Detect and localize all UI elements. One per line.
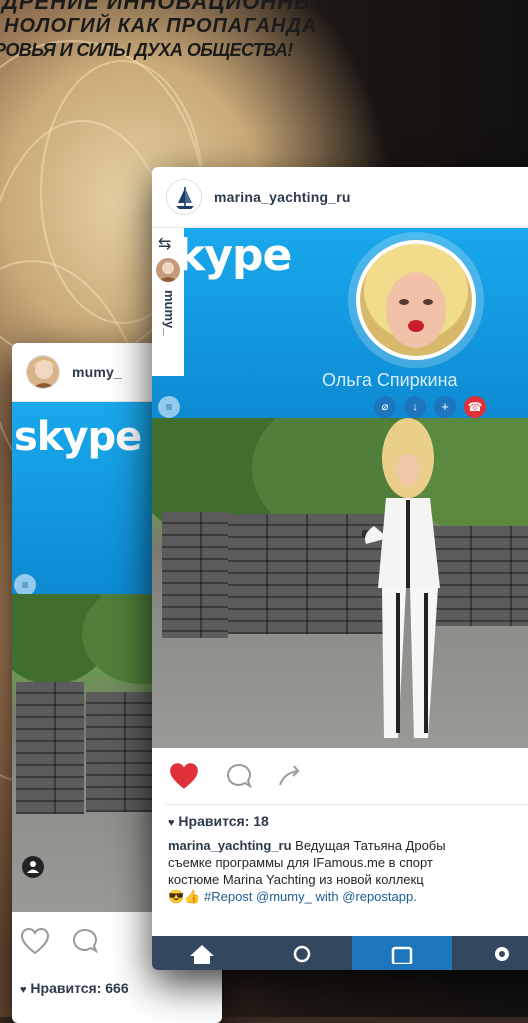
caption-line-3: костюме Marina Yachting из новой коллекц (168, 872, 424, 887)
post-photo (152, 418, 528, 748)
bottom-nav (152, 936, 528, 970)
post-card-marina-yachting: marina_yachting_ru kype ⇆ mumy_ Ольга Сп… (152, 167, 528, 970)
caller-portrait (348, 232, 484, 368)
post-username[interactable]: mumy_ (72, 364, 122, 380)
call-controls: ⌀ ↓ + ☎ (374, 396, 486, 418)
mic-icon[interactable]: ↓ (404, 396, 426, 418)
skype-logo: kype (176, 230, 292, 281)
comment-icon[interactable] (224, 762, 254, 790)
add-icon[interactable]: + (434, 396, 456, 418)
skype-screenshot: kype ⇆ mumy_ Ольга Спиркина ⌀ ↓ + ☎ ≡ (152, 228, 528, 418)
user-tag-icon[interactable] (22, 856, 44, 878)
post-username[interactable]: marina_yachting_ru (214, 189, 351, 205)
video-off-icon[interactable]: ⌀ (374, 396, 396, 418)
search-icon (293, 945, 311, 963)
nav-search[interactable] (252, 936, 352, 970)
camera-icon (391, 946, 413, 964)
skype-logo: skype (14, 414, 142, 460)
post-actions (152, 748, 528, 804)
caption-line-4[interactable]: #Repost @mumy_ with @repostapp. (204, 889, 417, 904)
profile-icon (495, 947, 509, 961)
nav-profile[interactable] (452, 936, 528, 970)
repost-avatar (156, 258, 180, 282)
share-icon[interactable] (276, 763, 304, 789)
headline-line-1: ДРЕНИЕ ИННОВАЦИОННЫХ (2, 0, 333, 14)
headline-line-2: НОЛОГИЙ КАК ПРОПАГАНДА (4, 15, 318, 37)
nav-home[interactable] (152, 936, 252, 970)
headline-line-3: РОВЬЯ И СИЛЫ ДУХА ОБЩЕСТВА! (0, 40, 293, 60)
heart-icon[interactable] (20, 927, 50, 955)
caption-emoji: 😎👍 (168, 889, 201, 904)
repost-username: mumy_ (162, 290, 177, 336)
menu-icon[interactable]: ≡ (158, 396, 180, 418)
likes-count: ♥ Нравится: 18 (168, 813, 269, 829)
likes-count: ♥ Нравится: 666 (20, 980, 129, 996)
headline: ДРЕНИЕ ИННОВАЦИОННЫХ НОЛОГИЙ КАК ПРОПАГА… (0, 0, 464, 62)
comment-icon[interactable] (70, 927, 100, 955)
caption-username[interactable]: marina_yachting_ru (168, 838, 292, 853)
caption-line-1: Ведущая Татьяна Дробы (295, 838, 446, 853)
repost-icon: ⇆ (158, 236, 172, 253)
post-caption: marina_yachting_ru Ведущая Татьяна Дробы… (152, 829, 528, 905)
caller-name: Ольга Спиркина (322, 370, 458, 390)
avatar[interactable] (26, 355, 60, 389)
avatar[interactable] (166, 179, 202, 215)
end-call-icon[interactable]: ☎ (464, 396, 486, 418)
post-header: marina_yachting_ru (152, 167, 528, 228)
heart-icon[interactable] (168, 761, 200, 791)
model-figure (362, 418, 440, 738)
menu-icon[interactable]: ≡ (14, 574, 36, 594)
repost-strip: ⇆ mumy_ (152, 228, 184, 376)
nav-camera[interactable] (352, 936, 452, 970)
home-icon (190, 945, 214, 964)
caption-line-2: съемке программы для IFamous.me в спорт (168, 855, 433, 870)
